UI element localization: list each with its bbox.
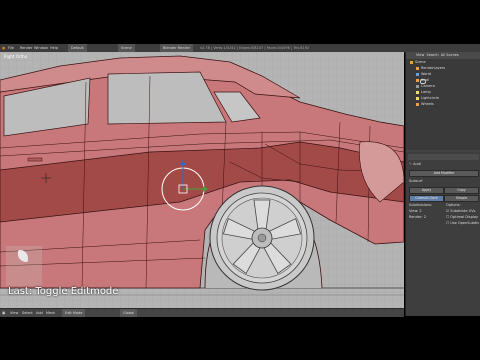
add-modifier-button[interactable]: Add Modifier xyxy=(409,170,479,177)
menu-window[interactable]: Window xyxy=(34,44,48,52)
view-levels-field[interactable]: View: 2 xyxy=(409,209,422,213)
viewport-scene[interactable] xyxy=(0,52,404,308)
view-levels-value[interactable]: 2 xyxy=(419,209,421,213)
outliner-item[interactable]: Lightcircle xyxy=(416,96,439,100)
outliner-item[interactable]: Scene xyxy=(410,60,426,64)
editor-type-icon[interactable]: ▣ xyxy=(2,309,5,317)
outliner-item[interactable]: Audi xyxy=(416,78,429,84)
outliner-item[interactable]: Lamp xyxy=(416,90,431,94)
viewport-header: ▣ View Select Add Mesh Edit Mode Global xyxy=(0,308,404,317)
options-label: Options: xyxy=(446,203,461,207)
option-optimal-display[interactable]: ☐ Optimal Display xyxy=(446,215,478,219)
copy-button[interactable]: Copy xyxy=(444,187,479,194)
last-operator-label: Last: Toggle Editmode xyxy=(8,286,119,297)
object-name-label: Audi xyxy=(413,162,421,166)
outliner-item-label: Wheels xyxy=(421,102,434,106)
properties-tabs[interactable] xyxy=(408,154,479,160)
menu-select[interactable]: Select xyxy=(22,309,33,317)
properties-editor: ✎ Audi Add Modifier Subsurf Apply Copy C… xyxy=(406,152,480,316)
object-name: ✎ Audi xyxy=(409,162,421,166)
outliner-header: View Search All Scenes xyxy=(406,52,480,59)
pivot-select[interactable]: Global xyxy=(120,309,138,317)
menu-add[interactable]: Add xyxy=(36,309,43,317)
outliner-item-label: Lamp xyxy=(421,90,431,94)
scene-select[interactable]: Scene xyxy=(118,44,135,52)
menu-file[interactable]: File xyxy=(8,44,14,52)
render-engine-select[interactable]: Blender Render xyxy=(160,44,194,52)
letterbox-bottom xyxy=(0,316,480,360)
render-levels-label: Render: xyxy=(409,215,423,219)
menu-view[interactable]: View xyxy=(10,309,18,317)
option-subdivide-uvs[interactable]: ☑ Subdivide UVs xyxy=(446,209,475,213)
menu-render[interactable]: Render xyxy=(20,44,32,52)
subdivisions-label: Subdivisions: xyxy=(409,203,433,207)
outliner-item-label: Scene xyxy=(415,60,426,64)
outliner: View Search All Scenes Scene RenderLayer… xyxy=(406,52,480,150)
tab-simple[interactable]: Simple xyxy=(444,195,479,202)
outliner-tab-view[interactable]: View xyxy=(416,53,424,57)
option-label: Optimal Display xyxy=(450,215,479,219)
checkbox-icon[interactable]: ☐ xyxy=(446,221,449,225)
renderlayers-icon xyxy=(416,66,419,70)
camera-icon xyxy=(416,84,419,88)
menu-help[interactable]: Help xyxy=(50,44,58,52)
view-levels-label: View: xyxy=(409,209,419,213)
outliner-item-label: Camera xyxy=(421,84,435,88)
scene-icon xyxy=(410,60,413,64)
wheel-mesh[interactable] xyxy=(209,185,315,291)
apply-button[interactable]: Apply xyxy=(409,187,444,194)
lamp-icon xyxy=(416,90,419,94)
option-label: Subdivide UVs xyxy=(450,209,476,213)
checkbox-checked-icon[interactable]: ☑ xyxy=(446,209,449,213)
screen-layout-select[interactable]: Default xyxy=(68,44,87,52)
wrench-icon: ✎ xyxy=(409,162,412,166)
letterbox-top xyxy=(0,0,480,44)
modifier-name[interactable]: Subsurf xyxy=(409,179,422,183)
screencast-key-icon xyxy=(6,246,42,286)
option-label: Use OpenSubdiv xyxy=(450,221,480,225)
mode-select[interactable]: Edit Mode xyxy=(62,309,86,317)
world-icon xyxy=(416,72,419,76)
outliner-item[interactable]: Camera xyxy=(416,84,435,88)
lamp-icon xyxy=(416,96,419,100)
outliner-item-label: RenderLayers xyxy=(421,66,446,70)
blender-logo-icon[interactable]: ● xyxy=(2,44,5,52)
render-levels-value[interactable]: 2 xyxy=(424,215,426,219)
tab-catmull-clark[interactable]: Catmull-Clark xyxy=(409,195,444,202)
outliner-tab-search[interactable]: Search xyxy=(427,53,439,57)
view-label: Right Ortho xyxy=(4,54,28,59)
outliner-item-label: Lightcircle xyxy=(421,96,440,100)
outliner-tab-all-scenes[interactable]: All Scenes xyxy=(441,53,459,57)
render-levels-field[interactable]: Render: 2 xyxy=(409,215,426,219)
option-use-opensubdiv[interactable]: ☐ Use OpenSubdiv xyxy=(446,221,479,225)
mesh-icon xyxy=(416,78,419,82)
door-handle xyxy=(27,157,43,162)
outliner-item[interactable]: Wheels xyxy=(416,102,434,106)
version-info: v2.78 | Verts:1/4152 | Edges:0/8247 | Fa… xyxy=(200,46,310,50)
outliner-item[interactable]: World xyxy=(416,72,431,76)
mesh-icon xyxy=(416,102,419,106)
checkbox-icon[interactable]: ☐ xyxy=(446,215,449,219)
outliner-item[interactable]: RenderLayers xyxy=(416,66,445,70)
modifier-header: Subsurf xyxy=(409,179,422,183)
right-panel: View Search All Scenes Scene RenderLayer… xyxy=(405,52,480,316)
3d-viewport[interactable]: Right Ortho xyxy=(0,52,404,308)
menu-mesh[interactable]: Mesh xyxy=(46,309,55,317)
outliner-item-label: World xyxy=(421,72,432,76)
